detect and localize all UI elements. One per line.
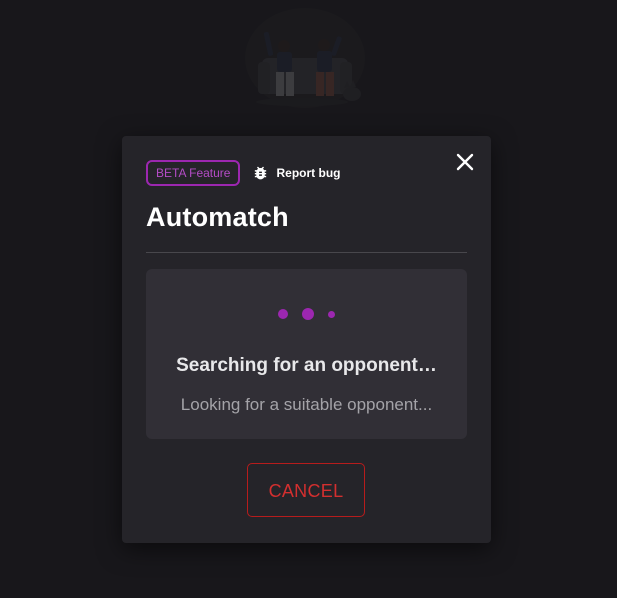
loading-dot: [328, 310, 335, 318]
automatch-dialog: BETA Feature Report bug Automatch Search…: [122, 136, 491, 543]
loading-dot: [278, 309, 288, 319]
cancel-button[interactable]: CANCEL: [247, 463, 365, 517]
bug-icon: [255, 166, 267, 180]
page: Tl s. BETA Feature Report bug Automatch: [0, 0, 617, 598]
loading-dots-icon: [146, 307, 467, 321]
search-status-title: Searching for an opponent…: [176, 355, 437, 376]
report-bug-label: Report bug: [276, 166, 341, 180]
dialog-header-row: BETA Feature Report bug: [146, 160, 340, 186]
report-bug-button[interactable]: Report bug: [252, 164, 340, 182]
title-divider: [146, 252, 467, 253]
search-status-subtitle: Looking for a suitable opponent...: [180, 395, 433, 414]
dialog-title: Automatch: [146, 202, 289, 232]
beta-feature-badge: BETA Feature: [146, 160, 241, 186]
search-status-card: Searching for an opponent… Looking for a…: [146, 269, 467, 439]
close-icon[interactable]: [455, 152, 475, 172]
loading-dot: [302, 308, 314, 320]
